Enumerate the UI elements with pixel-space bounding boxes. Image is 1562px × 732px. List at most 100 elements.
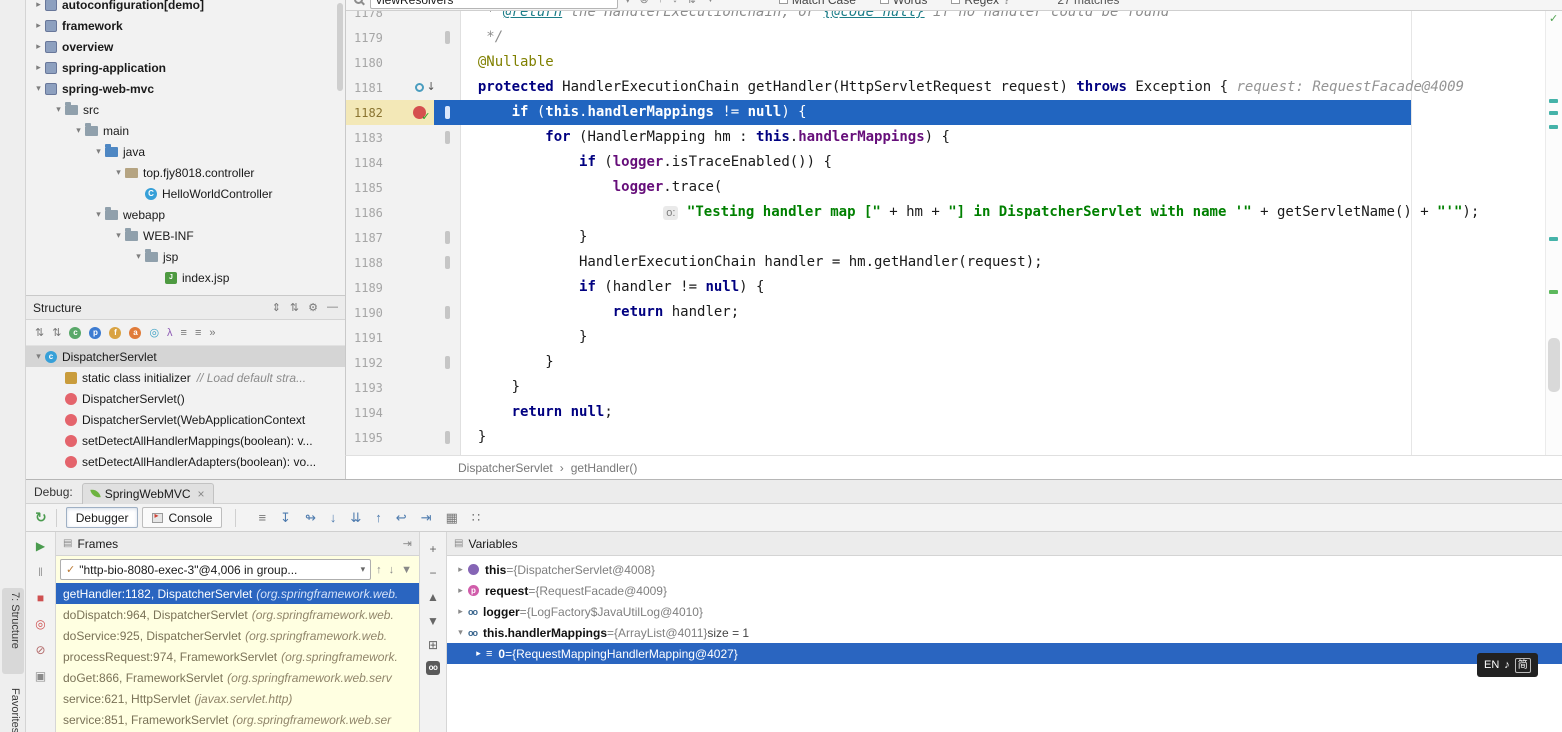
tab-console[interactable]: Console [142, 507, 222, 528]
fold-marker-icon[interactable] [445, 306, 450, 319]
variable-row[interactable]: ▸prequest = {RequestFacade@4009} [447, 580, 1562, 601]
project-tree-item[interactable]: ▾spring-web-mvc [26, 78, 345, 99]
stop-icon[interactable]: ■ [37, 590, 44, 607]
gutter-icon-cell[interactable] [404, 275, 434, 300]
fold-gutter[interactable] [434, 425, 461, 450]
project-tree-item[interactable]: ▸autoconfiguration [demo] [26, 0, 345, 15]
layout-settings-icon[interactable]: ≡ [258, 510, 266, 525]
code-text[interactable]: protected HandlerExecutionChain getHandl… [461, 75, 1545, 100]
structure-item[interactable]: ▾cDispatcherServlet [26, 346, 345, 367]
view-breakpoints-icon[interactable]: ◎ [35, 616, 45, 633]
code-text[interactable]: if (logger.isTraceEnabled()) { [461, 150, 1545, 175]
frame-row[interactable]: doService:925, DispatcherServlet(org.spr… [56, 625, 419, 646]
fold-gutter[interactable] [434, 50, 461, 75]
line-number[interactable]: 1184 [346, 150, 404, 175]
search-match-mark[interactable] [1549, 237, 1558, 241]
line-number[interactable]: 1190 [346, 300, 404, 325]
fold-gutter[interactable] [434, 150, 461, 175]
code-text[interactable]: return null; [461, 400, 1545, 425]
project-tree-item[interactable]: ▾java [26, 141, 345, 162]
project-tree-item[interactable]: ▸framework [26, 15, 345, 36]
watches-toggle-icon[interactable]: oo [426, 661, 441, 675]
change-mark[interactable] [1549, 290, 1558, 294]
chevron-right-icon[interactable]: ▸ [32, 20, 45, 31]
code-text[interactable]: } [461, 350, 1545, 375]
rerun-icon[interactable]: ↻ [35, 509, 47, 526]
frame-row[interactable]: doDispatch:964, DispatcherServlet(org.sp… [56, 604, 419, 625]
line-number[interactable]: 1181 [346, 75, 404, 100]
chevron-down-icon[interactable]: ▾ [92, 209, 105, 220]
fold-marker-icon[interactable] [445, 356, 450, 369]
fold-gutter[interactable] [434, 375, 461, 400]
tool-button-favorites[interactable]: Favorites [9, 688, 21, 732]
gutter-icon-cell[interactable] [404, 300, 434, 325]
fold-gutter[interactable] [434, 100, 461, 125]
overrides-method-icon[interactable] [415, 83, 424, 92]
search-input[interactable]: viewResolvers [370, 0, 618, 9]
line-number[interactable]: 1191 [346, 325, 404, 350]
duplicate-icon[interactable]: ⊞ [428, 637, 438, 653]
project-tree-item[interactable]: ▸overview [26, 36, 345, 57]
filter-search-icon[interactable]: ▼ [705, 0, 716, 6]
settings-gear-icon[interactable]: ⚙ [308, 301, 318, 314]
fold-gutter[interactable] [434, 300, 461, 325]
ime-indicator[interactable]: EN ♪ 简 [1477, 653, 1538, 677]
more-icon[interactable]: » [209, 327, 215, 339]
frame-row[interactable]: service:621, HttpServlet(javax.servlet.h… [56, 688, 419, 709]
line-number[interactable]: 1193 [346, 375, 404, 400]
structure-item[interactable]: setDetectAllHandlerMappings(boolean): v.… [26, 430, 345, 451]
variable-row[interactable]: ▸this = {DispatcherServlet@4008} [447, 559, 1562, 580]
project-scrollbar[interactable] [337, 3, 343, 91]
find-selection-icon[interactable]: ⇅ [687, 0, 696, 6]
thread-dropdown[interactable]: ✓ "http-bio-8080-exec-3"@4,006 in group.… [60, 559, 371, 580]
sort-alphabetically-icon[interactable]: ⇅ [52, 326, 61, 339]
collapse-all-icon[interactable]: ≡ [195, 327, 201, 339]
search-match-mark[interactable] [1549, 99, 1558, 103]
line-number[interactable]: 1183 [346, 125, 404, 150]
more-options-icon[interactable]: ∷ [472, 510, 480, 526]
filter-frames-icon[interactable]: ▼ [401, 564, 412, 576]
find-option-match-case[interactable]: Match Case [779, 0, 856, 7]
gutter-icon-cell[interactable] [404, 175, 434, 200]
gutter-icon-cell[interactable] [404, 225, 434, 250]
line-number[interactable]: 1188 [346, 250, 404, 275]
editor-scrollbar-thumb[interactable] [1548, 338, 1560, 392]
chevron-right-icon[interactable]: ▸ [453, 606, 468, 617]
code-text[interactable]: */ [461, 25, 1545, 50]
structure-item[interactable]: setDetectAllHandlerAdapters(boolean): vo… [26, 451, 345, 472]
gutter-icon-cell[interactable] [404, 425, 434, 450]
show-fields-icon[interactable]: f [109, 327, 121, 339]
move-down-icon[interactable]: ▼ [427, 613, 439, 629]
chevron-down-icon[interactable]: ▾ [72, 125, 85, 136]
line-number[interactable]: 1189 [346, 275, 404, 300]
sort-by-visibility-icon[interactable]: ⇅ [35, 326, 44, 339]
code-text[interactable]: for (HandlerMapping hm : this.handlerMap… [461, 125, 1545, 150]
chevron-right-icon[interactable]: ▸ [453, 585, 468, 596]
variable-row[interactable]: ▸oologger = {LogFactory$JavaUtilLog@4010… [447, 601, 1562, 622]
code-text[interactable]: } [461, 425, 1545, 450]
close-search-icon[interactable]: ⊗ [640, 0, 649, 6]
fold-gutter[interactable] [434, 200, 461, 225]
project-tree-item[interactable]: ▾webapp [26, 204, 345, 225]
debug-session-tab[interactable]: SpringWebMVC × [82, 483, 214, 504]
frame-row[interactable]: service:851, FrameworkServlet(org.spring… [56, 709, 419, 730]
project-tree-item[interactable]: ▾jsp [26, 246, 345, 267]
show-execution-point-icon[interactable]: ↧ [280, 510, 291, 526]
gutter-icon-cell[interactable] [404, 150, 434, 175]
step-over-icon[interactable]: ↬ [305, 510, 316, 526]
project-tree-item[interactable]: ▸spring-application [26, 57, 345, 78]
close-icon[interactable]: × [198, 487, 205, 501]
code-text[interactable]: return handler; [461, 300, 1545, 325]
find-option-words[interactable]: Words [880, 0, 927, 7]
move-up-icon[interactable]: ▲ [427, 589, 439, 605]
gutter-icon-cell[interactable] [404, 325, 434, 350]
tool-button-structure[interactable]: 7: Structure [9, 592, 21, 649]
fold-gutter[interactable] [434, 175, 461, 200]
line-number[interactable]: 1195 [346, 425, 404, 450]
chevron-right-icon[interactable]: ▸ [32, 62, 45, 73]
structure-item[interactable]: DispatcherServlet() [26, 388, 345, 409]
fold-marker-icon[interactable] [445, 131, 450, 144]
project-tree-item[interactable]: ▾WEB-INF [26, 225, 345, 246]
editor[interactable]: 1178 * @return the HandlerExecutionChain… [345, 0, 1562, 455]
next-frame-icon[interactable]: ↓ [389, 564, 395, 576]
